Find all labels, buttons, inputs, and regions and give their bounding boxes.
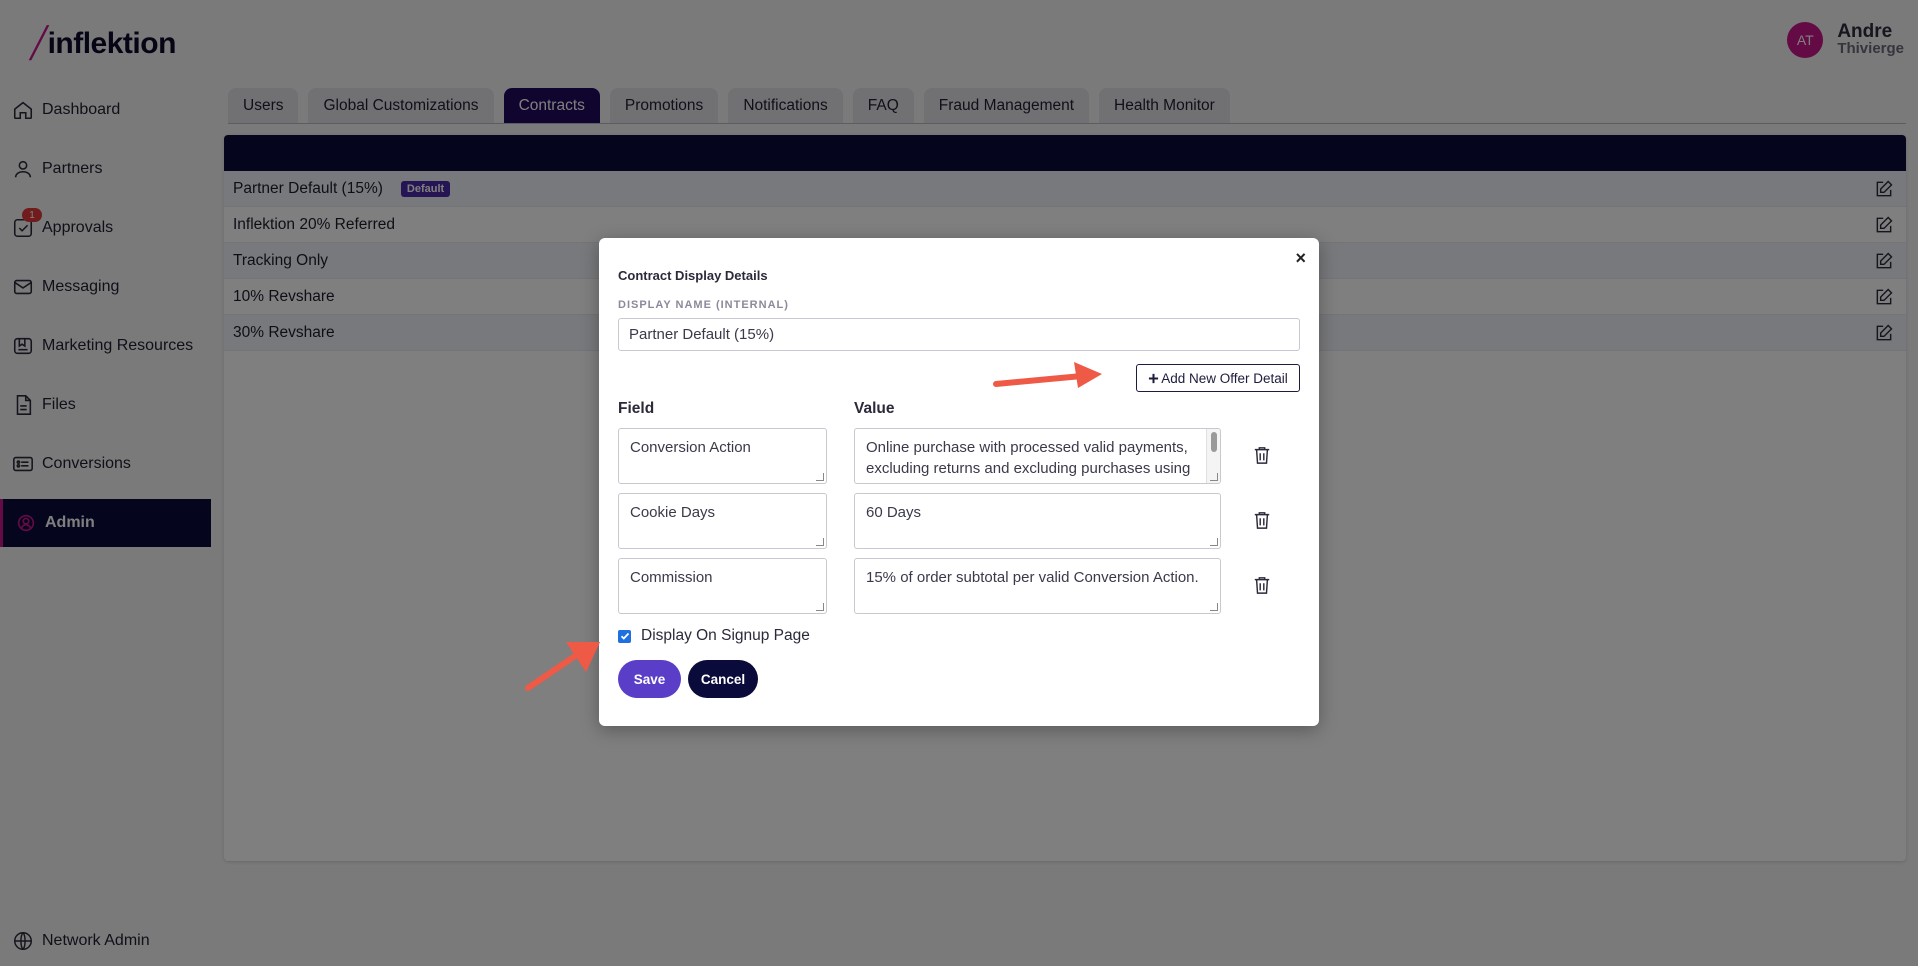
resize-handle[interactable] xyxy=(1210,473,1218,481)
field-column-header: Field xyxy=(618,400,655,417)
scrollbar-thumb[interactable] xyxy=(1211,432,1217,452)
display-name-input[interactable] xyxy=(618,318,1300,351)
offer-value-text: 15% of order subtotal per valid Conversi… xyxy=(866,569,1199,586)
offer-value-text: Online purchase with processed valid pay… xyxy=(866,439,1191,483)
close-icon[interactable]: × xyxy=(1295,248,1306,269)
add-new-offer-detail-label: Add New Offer Detail xyxy=(1161,370,1288,386)
checkmark-icon xyxy=(620,632,629,640)
modal-title: Contract Display Details xyxy=(618,268,768,283)
offer-value-text: 60 Days xyxy=(866,504,922,521)
trash-icon[interactable] xyxy=(1253,575,1271,595)
save-button[interactable]: Save xyxy=(618,660,681,698)
offer-field-input[interactable]: Commission xyxy=(618,558,827,614)
display-name-label: DISPLAY NAME (INTERNAL) xyxy=(618,299,789,311)
trash-icon[interactable] xyxy=(1253,510,1271,530)
resize-handle[interactable] xyxy=(1210,603,1218,611)
cancel-button[interactable]: Cancel xyxy=(688,660,758,698)
offer-field-text: Conversion Action xyxy=(630,439,751,456)
offer-field-text: Cookie Days xyxy=(630,504,716,521)
trash-icon[interactable] xyxy=(1253,445,1271,465)
value-column-header: Value xyxy=(854,400,895,417)
annotation-arrow xyxy=(993,362,1102,388)
plus-icon xyxy=(1149,373,1159,383)
annotation-arrow xyxy=(525,642,600,691)
display-on-signup-label: Display On Signup Page xyxy=(641,627,810,644)
offer-field-text: Commission xyxy=(630,569,713,586)
resize-handle[interactable] xyxy=(816,603,824,611)
display-on-signup-checkbox-row[interactable]: Display On Signup Page xyxy=(618,627,810,645)
display-on-signup-checkbox[interactable] xyxy=(618,629,631,643)
offer-value-input[interactable]: Online purchase with processed valid pay… xyxy=(854,428,1221,484)
add-new-offer-detail-button[interactable]: Add New Offer Detail xyxy=(1136,364,1300,392)
resize-handle[interactable] xyxy=(816,538,824,546)
offer-field-input[interactable]: Cookie Days xyxy=(618,493,827,549)
resize-handle[interactable] xyxy=(1210,538,1218,546)
resize-handle[interactable] xyxy=(816,473,824,481)
offer-field-input[interactable]: Conversion Action xyxy=(618,428,827,484)
contract-display-details-modal: × Contract Display Details DISPLAY NAME … xyxy=(599,238,1319,726)
offer-value-input[interactable]: 15% of order subtotal per valid Conversi… xyxy=(854,558,1221,614)
offer-value-input[interactable]: 60 Days xyxy=(854,493,1221,549)
